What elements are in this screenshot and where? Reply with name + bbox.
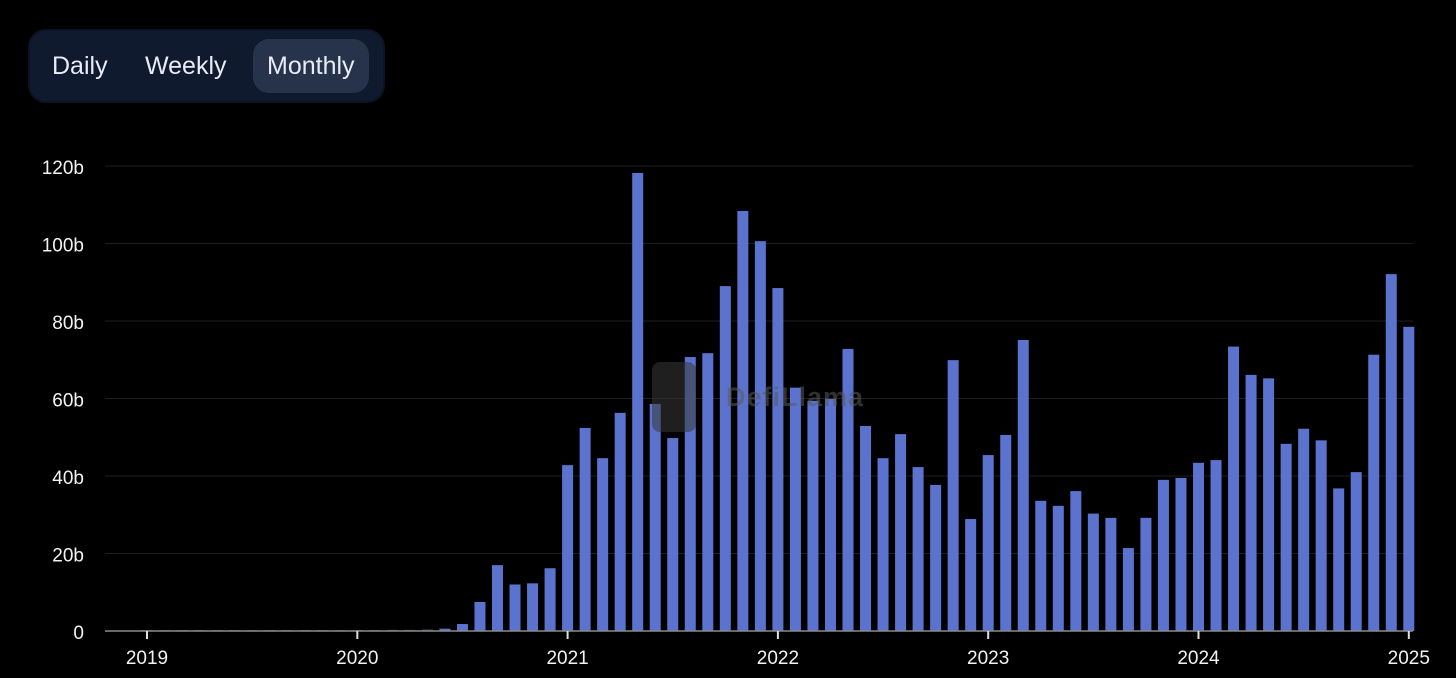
bar-2021-02: [579, 427, 591, 631]
bar-2021-08: [684, 357, 696, 631]
bar-2023-04: [1035, 500, 1047, 631]
bar-2024-03: [1228, 346, 1240, 631]
bar-2022-01: [772, 288, 784, 631]
bar-2024-10: [1350, 472, 1362, 631]
x-tick-label: 2019: [126, 648, 168, 669]
y-tick-label: 0: [73, 623, 84, 644]
bar-2021-11: [737, 210, 749, 631]
bar-2022-07: [877, 458, 889, 631]
bar-2024-07: [1298, 428, 1310, 631]
x-tick-label: 2024: [1177, 648, 1220, 669]
bar-2025-01: [1403, 326, 1415, 631]
bar-2022-04: [824, 398, 836, 631]
bar-2021-01: [562, 465, 574, 631]
bar-2023-12: [1175, 477, 1187, 631]
bar-2020-09: [492, 565, 503, 631]
y-tick-label: 120b: [42, 158, 84, 179]
bar-2024-02: [1210, 460, 1222, 631]
bar-2023-10: [1140, 517, 1152, 631]
bar-2021-06: [649, 403, 661, 631]
bar-2022-06: [860, 426, 872, 631]
y-tick-label: 100b: [42, 236, 84, 257]
bar-2020-11: [527, 583, 539, 631]
bar-2023-08: [1105, 517, 1117, 631]
bar-2023-11: [1157, 479, 1169, 631]
bar-2022-05: [842, 348, 854, 631]
bar-2024-12: [1385, 274, 1397, 631]
bar-2022-12: [965, 519, 977, 631]
bar-2021-03: [597, 458, 609, 631]
volume-bar-chart: 0 20b 40b 60b 80b 100b 120b 2019 2020 2021 2022 202…: [42, 158, 1430, 669]
y-tick-label: 60b: [52, 391, 84, 412]
bar-2022-11: [947, 360, 959, 631]
x-tick-label: 2022: [757, 648, 799, 669]
bar-2022-02: [789, 387, 801, 631]
bar-2021-07: [667, 438, 679, 631]
bar-2022-08: [895, 434, 907, 631]
bar-2023-06: [1070, 491, 1082, 631]
bar-2024-08: [1315, 440, 1327, 631]
bar-2022-03: [807, 400, 819, 631]
bar-2023-05: [1052, 505, 1064, 631]
bar-2022-10: [930, 484, 942, 631]
bar-2020-10: [509, 584, 521, 631]
x-tick-label: 2021: [546, 648, 588, 669]
y-tick-label: 20b: [52, 546, 84, 567]
bar-2020-08: [474, 601, 486, 631]
bar-2023-01: [982, 455, 994, 631]
bar-2020-12: [544, 568, 556, 631]
bar-2023-07: [1087, 513, 1099, 631]
bar-2024-06: [1280, 443, 1292, 631]
y-tick-label: 80b: [52, 313, 84, 334]
x-tick-label: 2020: [336, 648, 378, 669]
bar-2024-04: [1245, 374, 1257, 631]
bar-2024-01: [1193, 462, 1204, 631]
bar-2020-07: [456, 624, 468, 631]
bar-2023-02: [1000, 434, 1012, 631]
bar-2021-09: [702, 353, 714, 631]
y-tick-label: 40b: [52, 468, 84, 489]
bar-2024-05: [1263, 378, 1275, 631]
bar-2024-09: [1333, 488, 1345, 631]
bar-2023-09: [1122, 548, 1134, 631]
bar-2021-10: [719, 286, 731, 631]
bar-2022-09: [912, 467, 924, 631]
bar-2023-03: [1017, 339, 1029, 631]
bar-2021-04: [614, 412, 626, 631]
bar-2021-05: [632, 172, 644, 631]
x-tick-label: 2025: [1388, 648, 1430, 669]
x-tick-label: 2023: [967, 648, 1009, 669]
bar-2021-12: [754, 241, 766, 632]
bar-2024-11: [1368, 354, 1380, 631]
